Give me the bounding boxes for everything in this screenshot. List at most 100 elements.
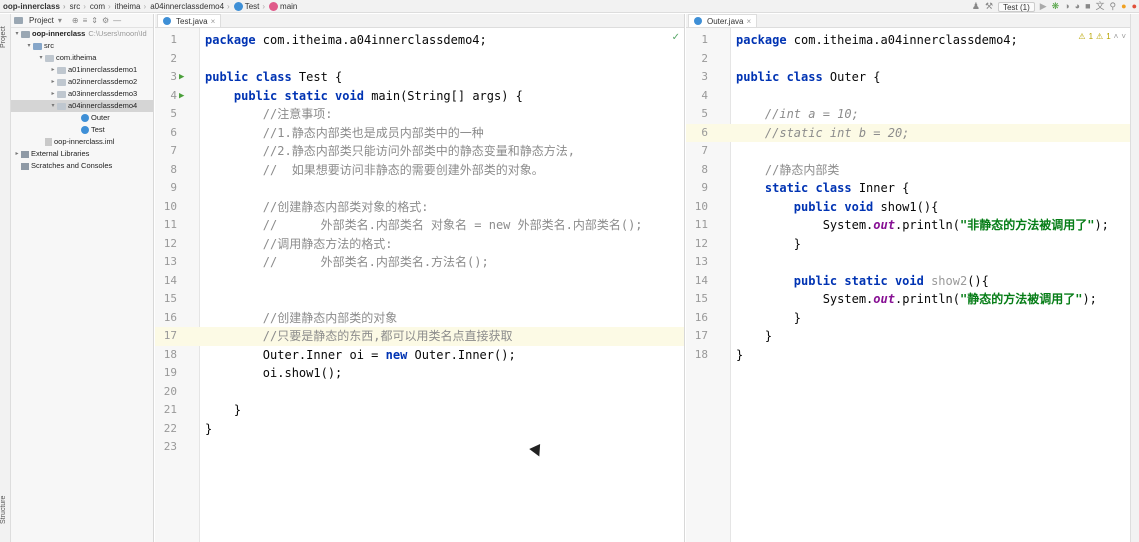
code-line[interactable]: 18 Outer.Inner oi = new Outer.Inner();: [155, 346, 684, 365]
chevron-down-icon[interactable]: ▾: [13, 28, 21, 40]
code-line[interactable]: 12 //调用静态方法的格式:: [155, 235, 684, 254]
code-line[interactable]: 6 //1.静态内部类也是成员内部类中的一种: [155, 124, 684, 143]
gear-icon[interactable]: ⚙: [102, 16, 109, 25]
inspection-warnings[interactable]: ⚠ 1 ⚠ 1 ˄ ˅: [1078, 32, 1126, 41]
chevron-right-icon[interactable]: ▸: [49, 76, 57, 88]
chevron-down-icon[interactable]: ˅: [1121, 32, 1126, 41]
code-line[interactable]: 7 //2.静态内部类只能访问外部类中的静态变量和静态方法,: [155, 142, 684, 161]
project-tree-item[interactable]: Scratches and Consoles: [11, 160, 153, 172]
run-gutter-icon[interactable]: ▶: [179, 68, 184, 87]
code-line[interactable]: 5 //注意事项:: [155, 105, 684, 124]
breadcrumb-item[interactable]: main: [267, 1, 299, 11]
code-line[interactable]: 8 //静态内部类: [686, 161, 1130, 180]
updates-icon[interactable]: ●: [1121, 0, 1126, 13]
plugin-icon[interactable]: ●: [1132, 0, 1137, 13]
project-tree-item[interactable]: ▸ a03innerclassdemo3: [11, 88, 153, 100]
project-tree-item[interactable]: ▸ a02innerclassdemo2: [11, 76, 153, 88]
close-icon[interactable]: ×: [211, 17, 216, 26]
code-line[interactable]: 20: [155, 383, 684, 402]
code-line[interactable]: 21 }: [155, 401, 684, 420]
profile-icon[interactable]: ◕: [1075, 0, 1080, 13]
project-tree-item[interactable]: ▾ oop-innerclass C:\Users\moon\Id: [11, 28, 153, 40]
code-line[interactable]: 1 package com.itheima.a04innerclassdemo4;: [686, 31, 1130, 50]
translate-icon[interactable]: 文: [1096, 0, 1105, 13]
code-line[interactable]: 5 //int a = 10;: [686, 105, 1130, 124]
project-tree-item[interactable]: ▸ a01innerclassdemo1: [11, 64, 153, 76]
code-line[interactable]: 12 }: [686, 235, 1130, 254]
code-line[interactable]: 13: [686, 253, 1130, 272]
close-icon[interactable]: ×: [746, 17, 751, 26]
code-line[interactable]: 23: [155, 438, 684, 457]
code-line[interactable]: 1 package com.itheima.a04innerclassdemo4;: [155, 31, 684, 50]
hide-panel-icon[interactable]: —: [113, 16, 121, 25]
code-line[interactable]: 3 ▶ public class Test {: [155, 68, 684, 87]
breadcrumb-item[interactable]: src ›: [68, 2, 88, 11]
code-line[interactable]: 10 public void show1(){: [686, 198, 1130, 217]
breadcrumb-item[interactable]: oop-innerclass ›: [0, 2, 68, 11]
code-line[interactable]: 19 oi.show1();: [155, 364, 684, 383]
code-line[interactable]: 11 System.out.println("非静态的方法被调用了");: [686, 216, 1130, 235]
project-tree-item[interactable]: Outer: [11, 112, 153, 124]
code-line[interactable]: 16 //创建静态内部类的对象: [155, 309, 684, 328]
breadcrumb-item[interactable]: com ›: [88, 2, 113, 11]
code-line[interactable]: 15 System.out.println("静态的方法被调用了");: [686, 290, 1130, 309]
stop-icon[interactable]: ■: [1085, 0, 1090, 13]
collapse-all-icon[interactable]: ≡: [83, 16, 88, 25]
debug-icon[interactable]: ❋: [1052, 0, 1060, 13]
code-line[interactable]: 9: [155, 179, 684, 198]
search-everywhere-icon[interactable]: ⚲: [1110, 0, 1117, 13]
chevron-right-icon[interactable]: ▸: [13, 148, 21, 160]
code-line[interactable]: 14 public static void show2(){: [686, 272, 1130, 291]
code-line[interactable]: 18}: [686, 346, 1130, 365]
code-line[interactable]: 17 //只要是静态的东西,都可以用类名点直接获取: [155, 327, 684, 346]
run-gutter-icon[interactable]: ▶: [179, 87, 184, 106]
project-tree-item[interactable]: ▸ External Libraries: [11, 148, 153, 160]
project-tree-item[interactable]: ▾ src: [11, 40, 153, 52]
project-tree-item[interactable]: ▾ a04innerclassdemo4: [11, 100, 153, 112]
run-configuration-select[interactable]: Test (1): [998, 1, 1035, 12]
user-icon[interactable]: ♟: [972, 0, 980, 13]
inspection-ok-icon[interactable]: ✓: [672, 32, 680, 43]
chevron-down-icon[interactable]: ▾: [49, 100, 57, 112]
code-line[interactable]: 4: [686, 87, 1130, 106]
chevron-down-icon[interactable]: ▾: [58, 16, 62, 25]
tab-outer-java[interactable]: Outer.java ×: [688, 14, 758, 27]
code-line[interactable]: 6 //static int b = 20;: [686, 123, 1130, 142]
chevron-right-icon[interactable]: ▸: [49, 88, 57, 100]
tab-test-java[interactable]: Test.java ×: [157, 14, 222, 27]
chevron-right-icon[interactable]: ▸: [49, 64, 57, 76]
locate-icon[interactable]: ⊕: [72, 16, 79, 25]
project-view-title[interactable]: Project: [29, 16, 54, 25]
breadcrumb-item[interactable]: a04innerclassdemo4 ›: [148, 2, 232, 11]
code-line[interactable]: 3 public class Outer {: [686, 68, 1130, 87]
breadcrumb-item[interactable]: Test ›: [232, 1, 267, 11]
structure-tool-tab[interactable]: Structure: [0, 490, 11, 530]
project-tool-tab[interactable]: Project: [0, 20, 11, 54]
code-line[interactable]: 15: [155, 290, 684, 309]
project-tree-item[interactable]: ▾ com.itheima: [11, 52, 153, 64]
code-line[interactable]: 9 static class Inner {: [686, 179, 1130, 198]
code-line[interactable]: 17 }: [686, 327, 1130, 346]
expand-icon[interactable]: ⇕: [91, 16, 98, 25]
run-icon[interactable]: ▶: [1040, 0, 1047, 13]
code-line[interactable]: 14: [155, 272, 684, 291]
code-line[interactable]: 22}: [155, 420, 684, 439]
build-hammer-icon[interactable]: ⚒: [985, 0, 993, 13]
code-area[interactable]: 1 package com.itheima.a04innerclassdemo4;…: [686, 28, 1130, 542]
chevron-down-icon[interactable]: ▾: [25, 40, 33, 52]
code-line[interactable]: 4 ▶ public static void main(String[] args…: [155, 87, 684, 106]
coverage-icon[interactable]: ◑: [1064, 0, 1069, 13]
project-tree-item[interactable]: Test: [11, 124, 153, 136]
code-line[interactable]: 7: [686, 142, 1130, 161]
chevron-up-icon[interactable]: ˄: [1114, 32, 1119, 41]
code-line[interactable]: 10 //创建静态内部类对象的格式:: [155, 198, 684, 217]
code-line[interactable]: 2: [155, 50, 684, 69]
chevron-down-icon[interactable]: ▾: [37, 52, 45, 64]
code-line[interactable]: 2: [686, 50, 1130, 69]
code-line[interactable]: 11 // 外部类名.内部类名 对象名 = new 外部类名.内部类名();: [155, 216, 684, 235]
code-line[interactable]: 8 // 如果想要访问非静态的需要创建外部类的对象。: [155, 161, 684, 180]
code-line[interactable]: 13 // 外部类名.内部类名.方法名();: [155, 253, 684, 272]
project-tree-item[interactable]: oop-innerclass.iml: [11, 136, 153, 148]
breadcrumb-item[interactable]: itheima ›: [113, 2, 148, 11]
code-area[interactable]: 1 package com.itheima.a04innerclassdemo4;…: [155, 28, 684, 542]
